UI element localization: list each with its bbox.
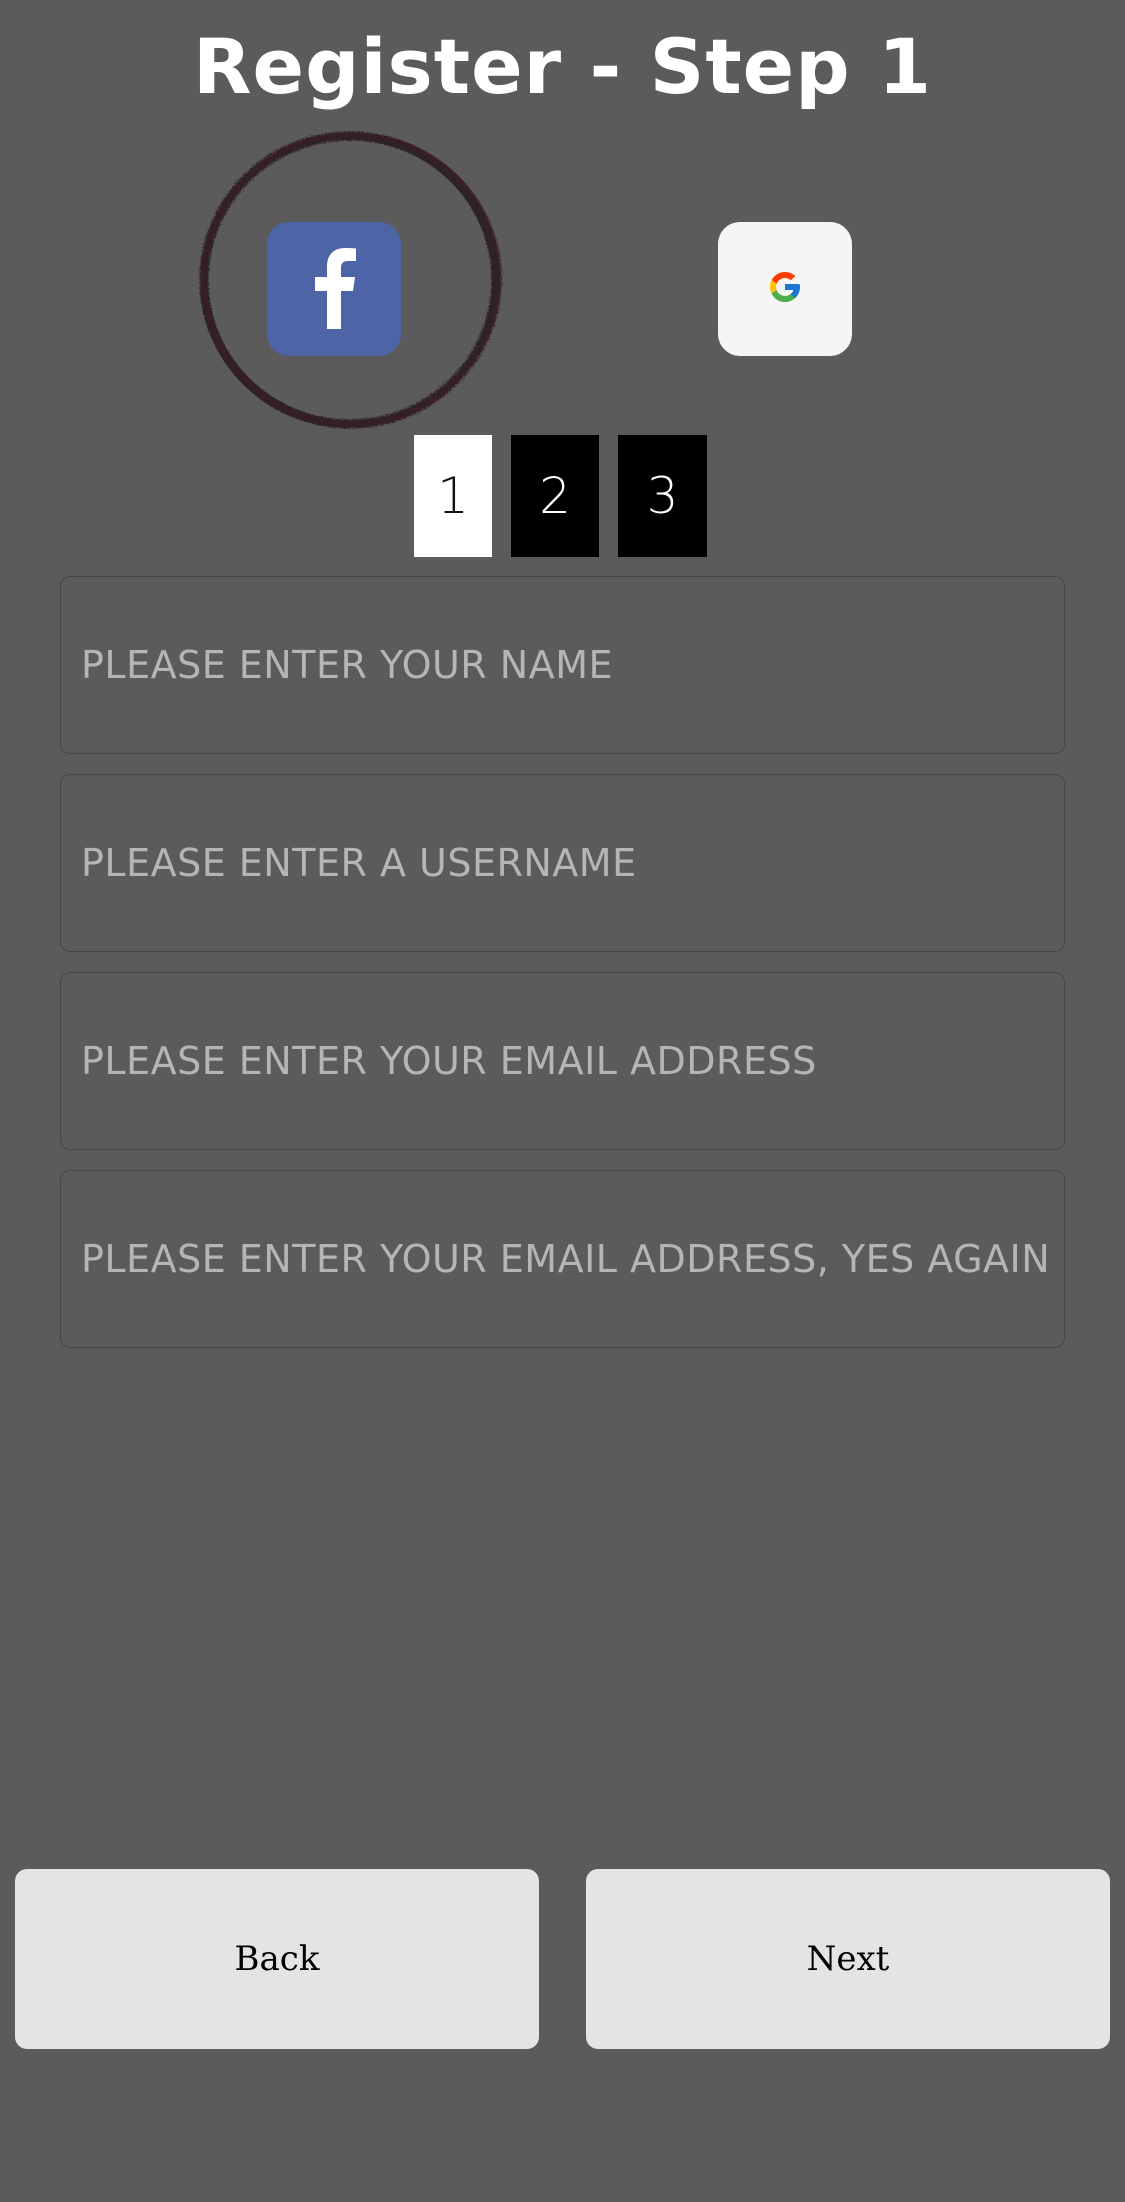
step-2[interactable]: 2 [511,435,599,557]
username-input[interactable] [81,841,1064,885]
email-confirm-field[interactable] [60,1170,1065,1348]
google-login-button[interactable] [718,222,852,356]
email-confirm-input[interactable] [81,1237,1064,1281]
username-field[interactable] [60,774,1065,952]
back-button[interactable]: Back [15,1869,539,2049]
email-field[interactable] [60,972,1065,1150]
facebook-f-icon [311,245,357,334]
email-input[interactable] [81,1039,1064,1083]
name-input[interactable] [81,643,1064,687]
next-button[interactable]: Next [586,1869,1110,2049]
facebook-login-button[interactable] [267,222,401,356]
step-1-active[interactable]: 1 [414,435,492,557]
step-indicator: 1 2 3 [0,435,1125,557]
google-g-icon [767,269,803,310]
step-3[interactable]: 3 [618,435,707,557]
name-field[interactable] [60,576,1065,754]
page-title: Register - Step 1 [193,22,932,111]
